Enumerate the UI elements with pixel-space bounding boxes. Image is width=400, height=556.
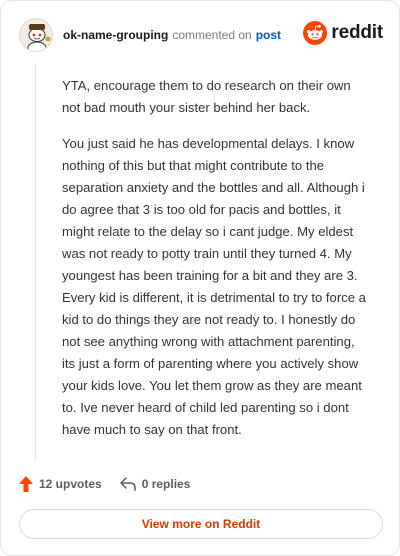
comment-meta: ok-name-grouping commented on post [63,28,281,42]
embedded-comment-card: ok-name-grouping commented on post reddi… [0,0,400,556]
action-text: commented on [172,28,252,42]
comment-body: YTA, encourage them to do research on th… [35,63,369,461]
comment-paragraph: YTA, encourage them to do research on th… [62,78,351,115]
reddit-logo-icon [303,21,328,45]
reply-button[interactable]: 0 replies [119,477,191,491]
username-link[interactable]: ok-name-grouping [63,28,168,42]
view-more-button[interactable]: View more on Reddit [19,509,383,539]
upvote-count: 12 upvotes [39,477,102,491]
comment-paragraph: You just said he has developmental delay… [62,136,366,437]
reddit-brand[interactable]: reddit [303,21,383,45]
user-avatar[interactable] [19,18,53,52]
post-link[interactable]: post [256,28,281,42]
upvote-button[interactable]: 12 upvotes [19,476,102,492]
comment-actions: 12 upvotes 0 replies [19,473,190,495]
upvote-arrow-icon [19,476,33,492]
reply-arrow-icon [119,477,136,491]
comment-header: ok-name-grouping commented on post reddi… [19,17,383,53]
reply-count: 0 replies [141,477,191,491]
reddit-wordmark: reddit [331,22,383,43]
snoo-avatar-icon [27,24,51,51]
